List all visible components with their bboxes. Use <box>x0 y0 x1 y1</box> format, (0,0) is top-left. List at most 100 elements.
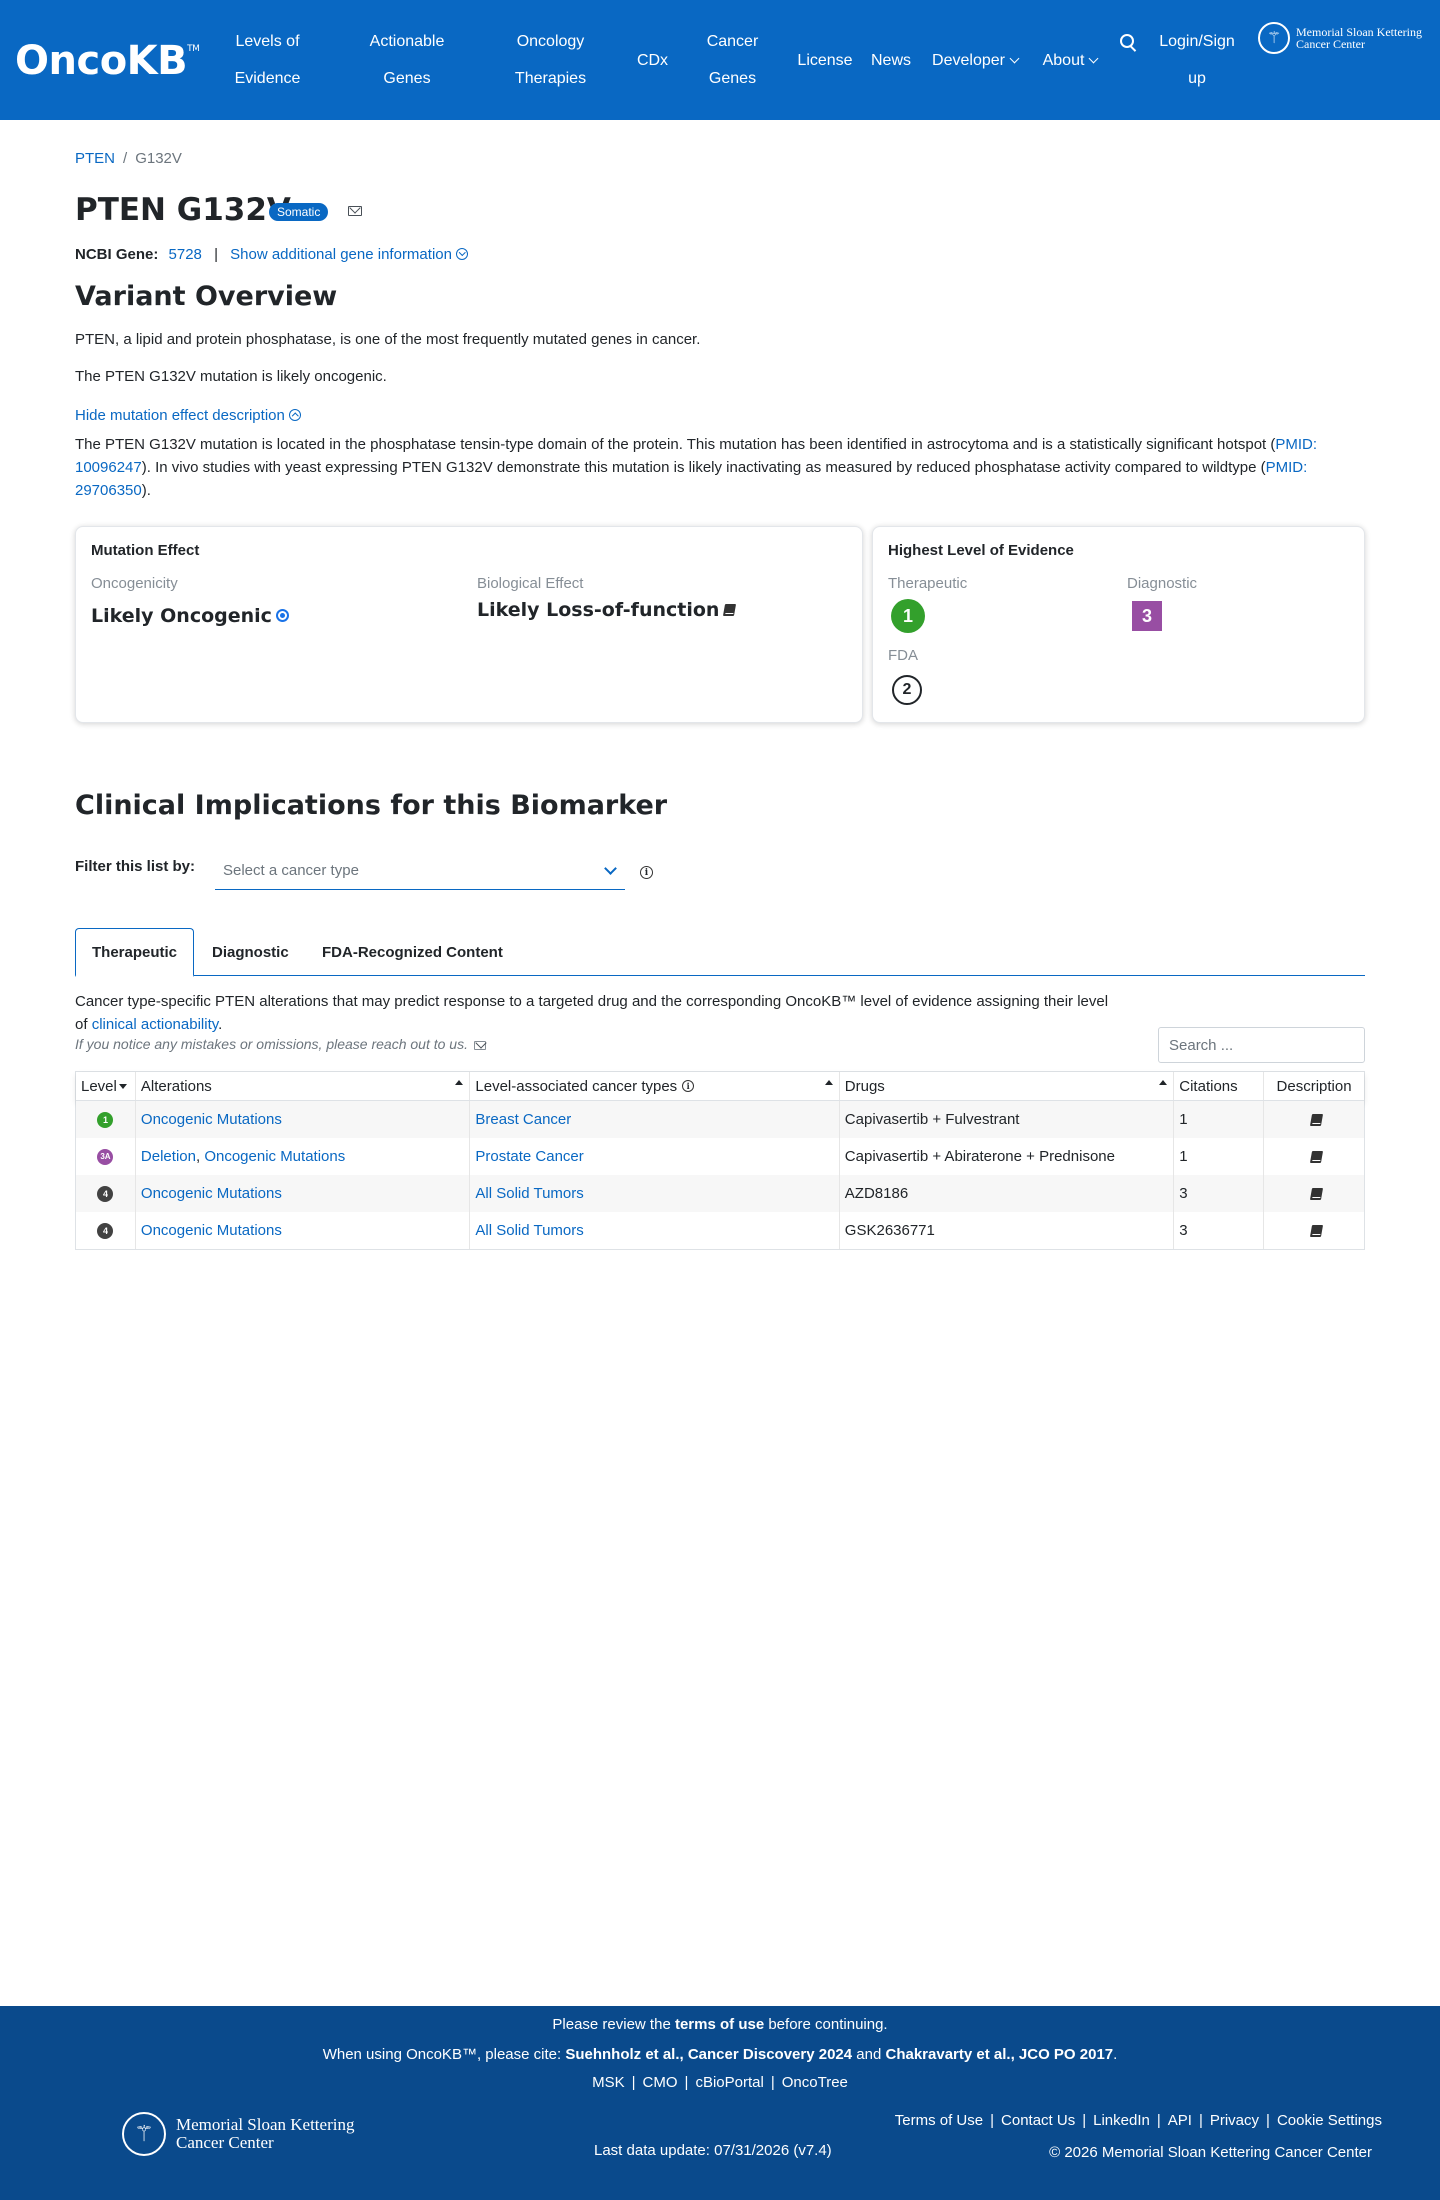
diagnostic-level-3-icon[interactable]: 3 <box>1132 601 1162 631</box>
footer-link-cmo[interactable]: CMO <box>643 2074 678 2091</box>
variant-overview-heading: Variant Overview <box>75 281 338 312</box>
alteration-link[interactable]: Oncogenic Mutations <box>141 1111 282 1128</box>
info-icon[interactable]: i <box>640 866 653 879</box>
mutation-effect-card: Mutation Effect Oncogenicity Likely Onco… <box>75 526 863 723</box>
citations-cell[interactable]: 1 <box>1174 1101 1265 1138</box>
sort-asc-icon <box>1159 1080 1168 1085</box>
therapeutic-description: Cancer type-specific PTEN alterations th… <box>75 993 1109 1033</box>
privacy-link[interactable]: Privacy <box>1210 2112 1259 2129</box>
cancer-type-link[interactable]: Breast Cancer <box>475 1111 571 1128</box>
therapeutic-level-1-icon[interactable]: 1 <box>891 599 925 633</box>
nav-developer-dropdown[interactable]: Developer <box>925 0 1025 120</box>
cancer-type-link[interactable]: All Solid Tumors <box>475 1222 583 1239</box>
citation-link[interactable]: Chakravarty et al., JCO PO 2017 <box>886 2046 1114 2063</box>
book-icon[interactable] <box>1310 1187 1324 1200</box>
cancer-type-link[interactable]: Prostate Cancer <box>475 1148 583 1165</box>
book-icon[interactable] <box>1310 1150 1324 1163</box>
breadcrumb-gene-link[interactable]: PTEN <box>75 150 115 167</box>
tab-diagnostic[interactable]: Diagnostic <box>196 928 305 976</box>
nav-cdx[interactable]: CDx <box>630 0 675 120</box>
clinical-actionability-link[interactable]: clinical actionability <box>92 1016 218 1033</box>
footer-link-msk[interactable]: MSK <box>592 2074 625 2091</box>
tab-fda-recognized-content[interactable]: FDA-Recognized Content <box>306 928 519 976</box>
level-icon[interactable]: 1 <box>97 1111 114 1128</box>
table-row: 4 Oncogenic Mutations All Solid Tumors G… <box>76 1212 1364 1249</box>
col-cancer-types[interactable]: Level-associated cancer types i <box>470 1072 840 1100</box>
mutation-effect-description: The PTEN G132V mutation is located in th… <box>75 436 1318 499</box>
variant-summary: The PTEN G132V mutation is likely oncoge… <box>75 368 387 385</box>
footer-links: MSK | CMO | cBioPortal | OncoTree <box>592 2074 848 2091</box>
col-alterations[interactable]: Alterations <box>136 1072 471 1100</box>
api-link[interactable]: API <box>1168 2112 1192 2129</box>
book-icon[interactable] <box>723 604 737 616</box>
oncokb-logo[interactable]: OncoKBTM <box>15 38 200 84</box>
level-icon[interactable]: 4 <box>97 1222 114 1239</box>
citation-link[interactable]: Suehnholz et al., Cancer Discovery 2024 <box>565 2046 852 2063</box>
nav-actionable-genes[interactable]: Actionable Genes <box>357 0 457 120</box>
col-level[interactable]: Level <box>76 1072 136 1100</box>
nav-login-signup[interactable]: Login/Sign up <box>1152 0 1242 120</box>
alteration-link[interactable]: Oncogenic Mutations <box>141 1185 282 1202</box>
nav-about-dropdown[interactable]: About <box>1036 0 1104 120</box>
filter-label: Filter this list by: <box>75 858 196 875</box>
footer-msk-logo[interactable]: ⚚ Memorial Sloan Kettering Cancer Center <box>122 2112 354 2156</box>
chevron-down-icon <box>604 862 617 875</box>
table-row: 1 Oncogenic Mutations Breast Cancer Capi… <box>76 1101 1364 1138</box>
citations-cell[interactable]: 3 <box>1174 1175 1265 1212</box>
oncogenic-icon <box>275 609 289 622</box>
cancer-type-link[interactable]: All Solid Tumors <box>475 1185 583 1202</box>
nav-levels-of-evidence[interactable]: Levels of Evidence <box>220 0 315 120</box>
ncbi-gene-link[interactable]: 5728 <box>169 246 202 263</box>
tab-therapeutic[interactable]: Therapeutic <box>75 928 195 977</box>
nav-news[interactable]: News <box>866 0 916 120</box>
feedback-notice: If you notice any mistakes or omissions,… <box>75 1036 486 1052</box>
top-navbar: OncoKBTM Levels of Evidence Actionable Gen… <box>0 0 1440 120</box>
footer-link-cbioportal[interactable]: cBioPortal <box>695 2074 763 2091</box>
drugs-cell: Capivasertib + Abiraterone + Prednisone <box>840 1138 1175 1175</box>
contact-link[interactable]: Contact Us <box>1001 2112 1075 2129</box>
ncbi-gene-row: NCBI Gene: 5728 | Show additional gene i… <box>75 246 468 263</box>
copyright: © 2026 Memorial Sloan Kettering Cancer C… <box>1049 2144 1372 2161</box>
drugs-cell: AZD8186 <box>840 1175 1175 1212</box>
nav-oncology-therapies[interactable]: Oncology Therapies <box>503 0 598 120</box>
terms-link[interactable]: Terms of Use <box>895 2112 983 2129</box>
footer-right-links: Terms of Use | Contact Us | LinkedIn | API | Pri… <box>894 2112 1382 2129</box>
table-header: Level Alterations Level-associated cance… <box>76 1072 1364 1101</box>
citations-cell[interactable]: 1 <box>1174 1138 1265 1175</box>
nav-license[interactable]: License <box>790 0 860 120</box>
book-icon[interactable] <box>1310 1224 1324 1237</box>
alteration-link[interactable]: Deletion <box>141 1148 196 1165</box>
level-icon[interactable]: 3A <box>97 1148 114 1165</box>
book-icon[interactable] <box>1310 1113 1324 1126</box>
citations-cell[interactable]: 3 <box>1174 1212 1265 1249</box>
cookie-settings-link[interactable]: Cookie Settings <box>1277 2112 1382 2129</box>
level-icon[interactable]: 4 <box>97 1185 114 1202</box>
hide-mutation-effect-toggle[interactable]: Hide mutation effect description <box>75 404 1365 427</box>
drugs-cell: Capivasertib + Fulvestrant <box>840 1101 1175 1138</box>
terms-of-use-link[interactable]: terms of use <box>675 2016 764 2033</box>
alteration-link[interactable]: Oncogenic Mutations <box>204 1148 345 1165</box>
fda-level-2-icon[interactable]: 2 <box>892 675 922 705</box>
cancer-type-select[interactable]: Select a cancer type <box>215 856 625 890</box>
linkedin-link[interactable]: LinkedIn <box>1093 2112 1150 2129</box>
footer-link-oncotree[interactable]: OncoTree <box>782 2074 848 2091</box>
search-icon[interactable] <box>1120 34 1134 48</box>
mail-icon[interactable] <box>348 206 362 216</box>
citation-notice: When using OncoKB™, please cite: Suehnho… <box>322 2046 1118 2063</box>
col-drugs[interactable]: Drugs <box>840 1072 1175 1100</box>
table-search-input[interactable] <box>1158 1027 1365 1063</box>
msk-logo[interactable]: ⚚ Memorial Sloan Kettering Cancer Center <box>1258 22 1422 54</box>
mail-icon[interactable] <box>473 1041 486 1050</box>
show-gene-info-link[interactable]: Show additional gene information <box>230 246 468 263</box>
ncbi-label: NCBI Gene: <box>75 246 159 263</box>
chevron-down-icon <box>1009 53 1020 63</box>
info-icon[interactable]: i <box>682 1080 695 1092</box>
col-citations[interactable]: Citations <box>1174 1072 1265 1100</box>
sort-asc-icon <box>455 1080 464 1085</box>
last-data-update: Last data update: 07/31/2026 (v7.4) <box>594 2142 832 2159</box>
therapeutic-table: Level Alterations Level-associated cance… <box>75 1071 1365 1250</box>
chevron-down-circle-icon <box>455 248 468 260</box>
nav-cancer-genes[interactable]: Cancer Genes <box>700 0 765 120</box>
alteration-link[interactable]: Oncogenic Mutations <box>141 1222 282 1239</box>
table-row: 4 Oncogenic Mutations All Solid Tumors A… <box>76 1175 1364 1212</box>
